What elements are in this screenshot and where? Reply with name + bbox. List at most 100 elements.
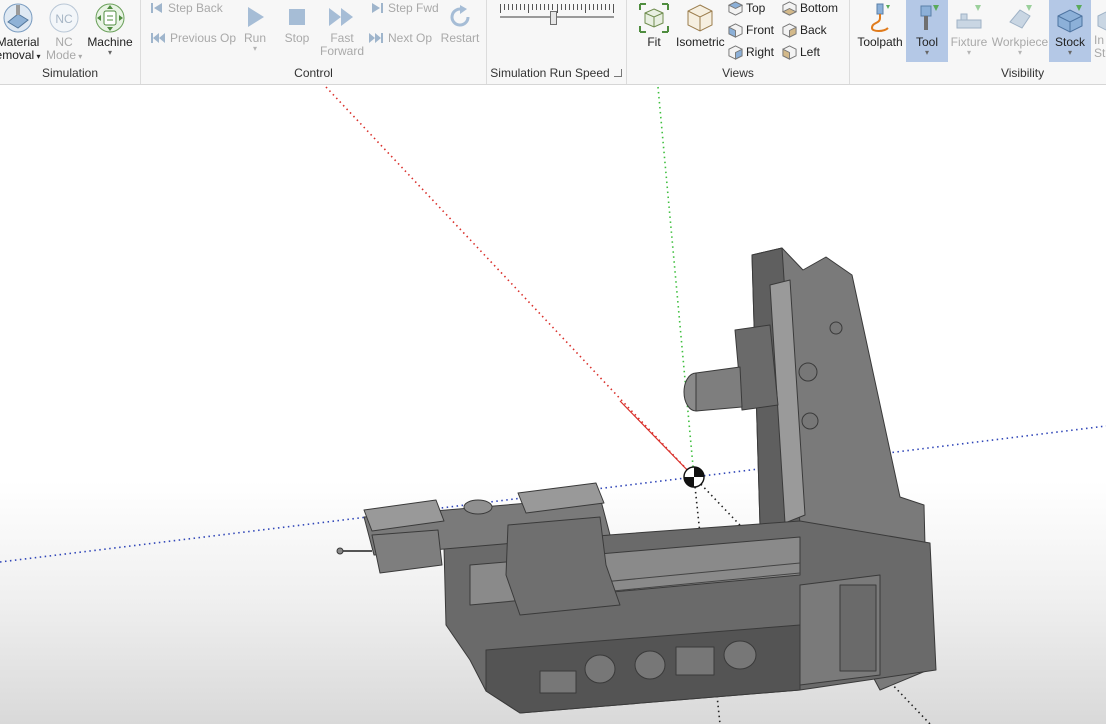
step-fwd-button[interactable]: Step Fwd [370,0,439,16]
run-speed-slider[interactable] [500,2,614,28]
previous-op-label: Previous Op [170,31,237,45]
top-view-button[interactable]: Top [728,0,765,16]
stock-toggle[interactable]: Stock ▾ [1049,2,1091,57]
tool-toggle[interactable]: Tool ▾ [906,2,948,57]
isometric-cube-icon [687,4,713,32]
next-op-label: Next Op [388,31,433,45]
right-view-button[interactable]: Right [728,44,774,60]
isometric-button[interactable]: Isometric [676,2,725,49]
tool-label: Tool [915,35,938,49]
next-op-button[interactable]: Next Op [368,30,432,46]
stop-label: Stop [284,31,310,45]
front-view-button[interactable]: Front [728,22,774,38]
machine-button[interactable]: Machine ▾ [86,2,134,57]
nc-icon-text: NC [55,12,73,26]
bottom-label: Bottom [800,1,839,15]
top-cube-icon [728,0,743,16]
fit-button[interactable]: Fit [636,2,672,49]
chevron-down-icon: ▾ [1017,48,1022,57]
slider-tick [597,4,598,10]
slider-tick [573,4,574,10]
slider-thumb[interactable] [550,11,557,25]
z-axis-line [693,425,1106,478]
tool-icon [920,5,939,30]
speed-group-label: Simulation Run Speed [490,66,610,80]
control-group-label: Control [294,66,333,80]
bottom-cube-icon [782,0,797,16]
fast-forward-icon [329,8,353,26]
spindle-body [695,366,743,412]
origin-marker-icon [683,466,705,488]
slider-tick [593,4,594,10]
restart-button[interactable]: Restart [440,4,480,45]
slider-tick [581,4,582,10]
base-window [675,646,715,676]
chevron-down-icon: ▾ [966,48,971,57]
chevron-down-icon: ▾ [924,48,929,57]
stop-button[interactable]: Stop [280,4,314,45]
right-label: Right [746,45,775,59]
base-window [539,670,577,694]
front-cube-icon [728,22,743,38]
simulation-group-label: Simulation [41,66,99,80]
back-view-button[interactable]: Back [782,22,827,38]
fixture-toggle[interactable]: Fixture ▾ [948,2,990,57]
stock-icon [1057,5,1083,33]
simulation-viewport[interactable] [0,85,1106,724]
viewport-canvas[interactable] [0,85,1106,724]
fit-view-icon [639,3,669,33]
slider-tick [504,4,505,10]
fit-label: Fit [647,35,661,49]
isometric-label: Isometric [676,35,725,49]
dialog-launcher-icon[interactable] [614,69,622,77]
base-hole [634,650,666,680]
views-group-label: Views [722,66,754,80]
top-label: Top [746,1,766,15]
in-process-stock-icon [1097,11,1106,31]
slider-tick [609,4,610,10]
column-hole [829,321,843,335]
in-process-stock-label-1: In [1094,33,1105,47]
chevron-down-icon: ▾ [76,52,83,61]
step-back-button[interactable]: Step Back [150,0,223,16]
right-cube-icon [728,44,743,60]
machine-icon [95,3,125,33]
nc-mode-button[interactable]: NC NC Mode ▾ [46,2,82,63]
material-removal-button[interactable]: Material emoval ▾ [0,2,42,63]
slider-tick [500,4,501,13]
left-cube-icon [782,44,797,60]
previous-op-button[interactable]: Previous Op [150,30,236,46]
slider-tick [536,4,537,10]
restart-label: Restart [440,31,480,45]
machine-model[interactable] [336,247,937,714]
material-removal-icon [3,3,33,33]
slider-tick [565,4,566,10]
run-button[interactable]: Run ▾ [238,4,272,53]
left-view-button[interactable]: Left [782,44,820,60]
stop-icon [289,9,305,25]
chevron-down-icon: ▾ [252,44,257,53]
nc-mode-label-2: Mode [46,48,77,62]
workpiece-toggle[interactable]: Workpiece ▾ [990,2,1050,57]
toolpath-toggle[interactable]: Toolpath [854,2,906,49]
slider-tick [601,4,602,10]
column-hole [801,412,819,430]
chevron-down-icon: ▾ [107,48,112,57]
chevron-down-icon: ▾ [34,52,41,61]
back-cube-icon [782,22,797,38]
previous-op-icon [151,33,165,43]
fast-forward-label-1: Fast [330,31,354,45]
slider-tick [532,4,533,10]
step-fwd-label: Step Fwd [388,1,439,15]
slider-tick [605,4,606,10]
toolpath-label: Toolpath [857,35,903,49]
x-axis-line [325,86,695,478]
slider-tick [540,4,541,10]
slider-tick [520,4,521,10]
slider-tick [512,4,513,10]
in-process-stock-label-2: St [1094,46,1106,60]
fast-forward-button[interactable]: Fast Forward [318,4,366,58]
step-back-label: Step Back [168,1,223,15]
bottom-view-button[interactable]: Bottom [782,0,838,16]
in-process-stock-toggle[interactable]: In St [1094,2,1106,60]
